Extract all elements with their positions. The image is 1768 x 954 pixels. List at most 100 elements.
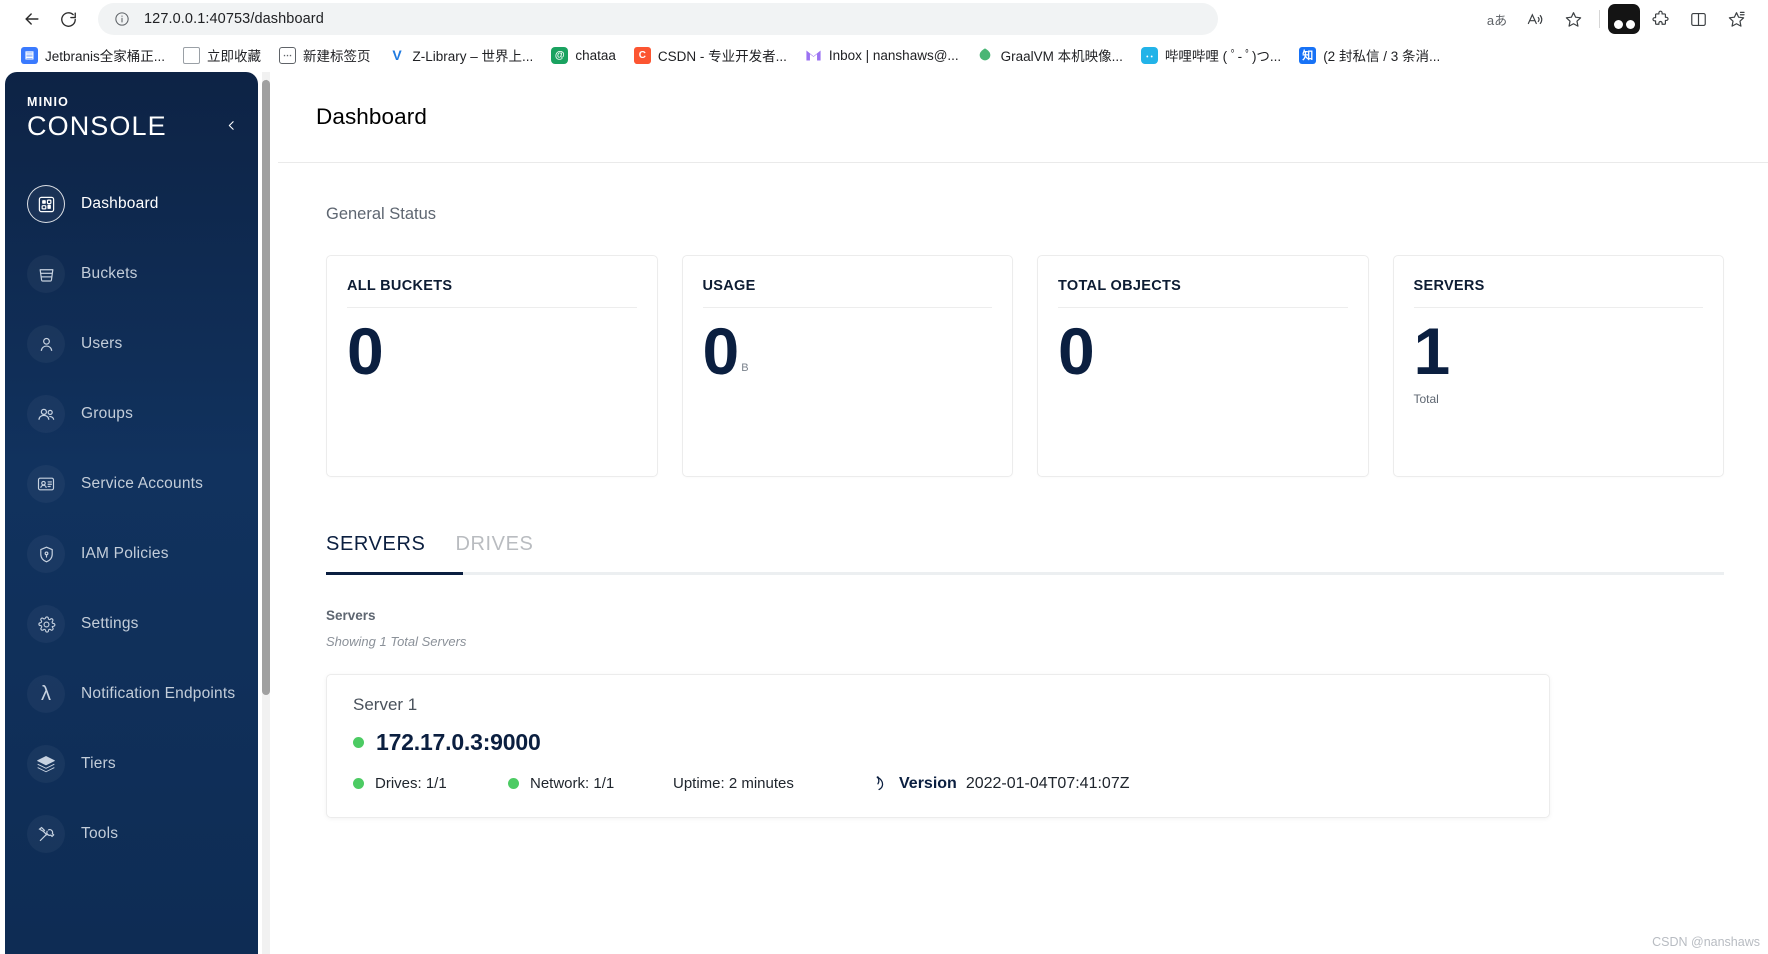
split-screen-icon[interactable] (1680, 3, 1716, 35)
sidebar-item-dashboard[interactable]: Dashboard (5, 169, 258, 239)
bookmark-item[interactable]: ⋯ 新建标签页 (270, 41, 380, 69)
stat-card-value-wrap: 1 (1414, 308, 1704, 390)
csdn-icon: C (633, 46, 651, 64)
sidebar-item-label: Buckets (81, 265, 138, 283)
favorite-star-icon[interactable] (1555, 3, 1591, 35)
bookmark-item[interactable]: 哔哩哔哩 ( ﾟ- ﾟ)つ... (1132, 41, 1290, 69)
sidebar-item-tiers[interactable]: Tiers (5, 729, 258, 799)
status-dot-online (353, 737, 364, 748)
sidebar-scrollbar-thumb[interactable] (262, 80, 270, 695)
sidebar-item-buckets[interactable]: Buckets (5, 239, 258, 309)
bookmark-item[interactable]: Inbox | nanshaws@... (796, 43, 968, 68)
server-card[interactable]: Server 1 172.17.0.3:9000 Drives: 1/1 Net… (326, 674, 1550, 818)
bookmark-label: 立即收藏 (207, 49, 262, 64)
page-header: Dashboard (278, 72, 1768, 163)
tab-active-indicator (326, 572, 463, 575)
server-address: 172.17.0.3:9000 (376, 729, 541, 755)
toolbar-divider (1599, 10, 1600, 28)
jetbrains-icon: ▤ (21, 46, 38, 64)
tab-servers[interactable]: SERVERS (326, 525, 455, 572)
stat-card-value-wrap: 0 B (703, 308, 993, 390)
address-bar[interactable]: 127.0.0.1:40753/dashboard (98, 3, 1218, 35)
sidebar-item-label: Settings (81, 615, 139, 633)
bookmark-label: CSDN - 专业开发者... (657, 49, 787, 64)
bilibili-icon (1140, 46, 1158, 64)
browser-toolbar: 127.0.0.1:40753/dashboard aあ (0, 0, 1768, 38)
bookmark-item[interactable]: 立即收藏 (174, 41, 270, 69)
sidebar-item-settings[interactable]: Settings (5, 589, 258, 659)
sidebar-item-label: IAM Policies (81, 545, 169, 563)
stat-card-total-objects[interactable]: TOTAL OBJECTS 0 (1037, 255, 1369, 477)
layers-icon (27, 745, 65, 784)
sidebar-item-label: Tools (81, 825, 119, 843)
stat-card-value: 0 (347, 314, 384, 388)
refresh-button[interactable] (50, 3, 86, 35)
bookmark-label: GraalVM 本机映像... (1000, 49, 1123, 64)
reading-language-icon[interactable]: aあ (1479, 3, 1515, 35)
extensions-icon[interactable] (1642, 3, 1678, 35)
general-status-title: General Status (326, 205, 437, 223)
bookmark-item[interactable]: C CSDN - 专业开发者... (625, 41, 796, 69)
stat-card-sub: Total (1413, 391, 1439, 406)
back-button[interactable] (14, 3, 50, 35)
site-info-icon[interactable] (112, 9, 132, 29)
sidebar-item-label: Notification Endpoints (81, 685, 236, 703)
stat-cards-row: ALL BUCKETS 0 USAGE 0 B TOTAL OBJECTS 0 … (326, 255, 1724, 477)
graalvm-icon (976, 46, 994, 64)
server-uptime: Uptime: 2 minutes (673, 775, 873, 792)
bookmark-item[interactable]: @ chataa (542, 43, 625, 68)
tab-underline-track (326, 572, 1724, 575)
favorites-icon[interactable] (1718, 3, 1754, 35)
stat-card-value-wrap: 0 (1058, 308, 1348, 390)
server-address-row: 172.17.0.3:9000 (353, 729, 1523, 756)
server-meta-row: Drives: 1/1 Network: 1/1 Uptime: 2 minut… (353, 774, 1523, 793)
read-aloud-icon[interactable] (1517, 3, 1553, 35)
bookmark-label: chataa (575, 47, 616, 63)
dashboard-content: General Status ALL BUCKETS 0 USAGE 0 B T… (278, 163, 1768, 818)
bookmark-item[interactable]: 知 (2 封私信 / 3 条消... (1290, 41, 1449, 69)
sidebar-item-label: Service Accounts (81, 475, 204, 493)
groups-icon (27, 395, 65, 434)
stat-card-usage[interactable]: USAGE 0 B (681, 255, 1013, 477)
sidebar-item-iam-policies[interactable]: IAM Policies (5, 519, 258, 589)
sidebar-item-tools[interactable]: Tools (5, 799, 258, 869)
zhihu-icon: 知 (1299, 46, 1317, 64)
zlibrary-icon: V (388, 46, 406, 64)
bookmarks-bar: ▤ Jetbranis全家桶正... 立即收藏 ⋯ 新建标签页 V Z-Libr… (0, 38, 1768, 72)
bookmark-item[interactable]: ▤ Jetbranis全家桶正... (12, 41, 174, 69)
shield-icon (27, 535, 65, 574)
main-content: Dashboard General Status ALL BUCKETS 0 U… (278, 72, 1768, 954)
tabs-section: SERVERS DRIVES (326, 525, 1724, 575)
stat-card-servers[interactable]: SERVERS 1 Total (1392, 255, 1724, 477)
stat-card-all-buckets[interactable]: ALL BUCKETS 0 (326, 255, 658, 477)
lambda-icon: λ (27, 675, 65, 714)
tab-drives[interactable]: DRIVES (455, 525, 559, 572)
watermark: CSDN @nanshaws (1652, 935, 1760, 949)
servers-section: Servers Showing 1 Total Servers Server 1… (326, 608, 1724, 818)
collapse-sidebar-button[interactable] (220, 114, 242, 136)
bookmark-label: Inbox | nanshaws@... (828, 47, 959, 63)
bookmark-item[interactable]: GraalVM 本机映像... (968, 41, 1132, 69)
sidebar-item-users[interactable]: Users (5, 309, 258, 379)
stat-card-label: USAGE (702, 278, 992, 308)
sidebar-item-label: Groups (81, 405, 134, 423)
chataa-icon: @ (551, 46, 569, 64)
sidebar-item-groups[interactable]: Groups (5, 379, 258, 449)
stat-card-label: SERVERS (1413, 278, 1703, 308)
server-network-label: Network: 1/1 (530, 775, 615, 792)
browser-chrome: 127.0.0.1:40753/dashboard aあ ▤ Jetbranis… (0, 0, 1768, 72)
bookmark-item[interactable]: V Z-Library – 世界上... (380, 41, 543, 69)
tools-icon (27, 815, 65, 854)
server-uptime-label: Uptime: 2 minutes (673, 775, 794, 792)
stat-card-value-wrap: 0 (347, 308, 637, 390)
document-icon (183, 46, 201, 64)
stat-card-value: 1 (1413, 314, 1451, 388)
sidebar-item-label: Tiers (81, 755, 116, 773)
sidebar-item-notification-endpoints[interactable]: λ Notification Endpoints (5, 659, 258, 729)
profile-avatar[interactable] (1608, 4, 1640, 34)
page-viewport: ▲ MINIO CONSOLE Dashboard Buckets (0, 72, 1768, 954)
bookmark-label: (2 封私信 / 3 条消... (1323, 49, 1441, 64)
sidebar-item-service-accounts[interactable]: Service Accounts (5, 449, 258, 519)
server-version: Version 2022-01-04T07:41:07Z (873, 774, 1129, 793)
page-title: Dashboard (316, 104, 427, 129)
